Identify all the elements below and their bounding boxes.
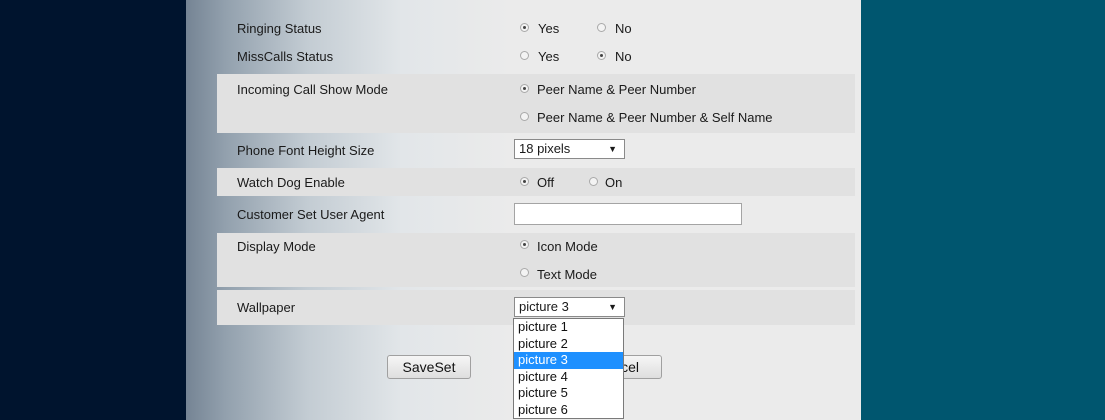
wallpaper-value: picture 3 xyxy=(519,299,569,314)
left-background-band xyxy=(0,0,186,420)
phone-font-height-size-label: Phone Font Height Size xyxy=(237,143,375,158)
misscalls-status-no-radio[interactable] xyxy=(597,51,606,60)
incoming-call-show-mode-label: Incoming Call Show Mode xyxy=(237,82,389,97)
wallpaper-option-6[interactable]: picture 6 xyxy=(514,402,623,419)
wallpaper-option-2[interactable]: picture 2 xyxy=(514,336,623,353)
wallpaper-option-4[interactable]: picture 4 xyxy=(514,369,623,386)
wallpaper-select[interactable]: picture 3 ▼ xyxy=(514,297,625,317)
chevron-down-icon: ▼ xyxy=(608,144,617,154)
wallpaper-dropdown-list: picture 1 picture 2 picture 3 picture 4 … xyxy=(513,318,624,419)
misscalls-status-yes-radio[interactable] xyxy=(520,51,529,60)
display-mode-icon-radio[interactable] xyxy=(520,240,529,249)
phone-font-height-size-select[interactable]: 18 pixels ▼ xyxy=(514,139,625,159)
ringing-status-no-label: No xyxy=(615,21,632,36)
chevron-down-icon: ▼ xyxy=(608,302,617,312)
watch-dog-on-label: On xyxy=(605,175,623,190)
incoming-call-option-2-label: Peer Name & Peer Number & Self Name xyxy=(537,110,773,125)
incoming-call-option-1-radio[interactable] xyxy=(520,84,529,93)
incoming-call-option-2-radio[interactable] xyxy=(520,112,529,121)
customer-set-user-agent-label: Customer Set User Agent xyxy=(237,207,385,222)
misscalls-status-yes-label: Yes xyxy=(538,49,560,64)
user-agent-input[interactable] xyxy=(514,203,742,225)
misscalls-status-label: MissCalls Status xyxy=(237,49,334,64)
watch-dog-enable-label: Watch Dog Enable xyxy=(237,175,345,190)
display-mode-icon-label: Icon Mode xyxy=(537,239,598,254)
ringing-status-yes-label: Yes xyxy=(538,21,560,36)
display-mode-text-label: Text Mode xyxy=(537,267,597,282)
misscalls-status-no-label: No xyxy=(615,49,632,64)
display-mode-text-radio[interactable] xyxy=(520,268,529,277)
wallpaper-option-3[interactable]: picture 3 xyxy=(514,352,623,369)
incoming-call-option-1-label: Peer Name & Peer Number xyxy=(537,82,696,97)
right-background-band xyxy=(861,0,1105,420)
phone-font-height-size-value: 18 pixels xyxy=(519,141,571,156)
watch-dog-off-label: Off xyxy=(537,175,555,190)
ringing-status-no-radio[interactable] xyxy=(597,23,606,32)
wallpaper-option-5[interactable]: picture 5 xyxy=(514,385,623,402)
display-mode-label: Display Mode xyxy=(237,239,316,254)
watch-dog-on-radio[interactable] xyxy=(589,177,598,186)
saveset-button[interactable]: SaveSet xyxy=(387,355,471,379)
wallpaper-label: Wallpaper xyxy=(237,300,296,315)
ringing-status-yes-radio[interactable] xyxy=(520,23,529,32)
ringing-status-label: Ringing Status xyxy=(237,21,322,36)
wallpaper-option-1[interactable]: picture 1 xyxy=(514,319,623,336)
watch-dog-off-radio[interactable] xyxy=(520,177,529,186)
